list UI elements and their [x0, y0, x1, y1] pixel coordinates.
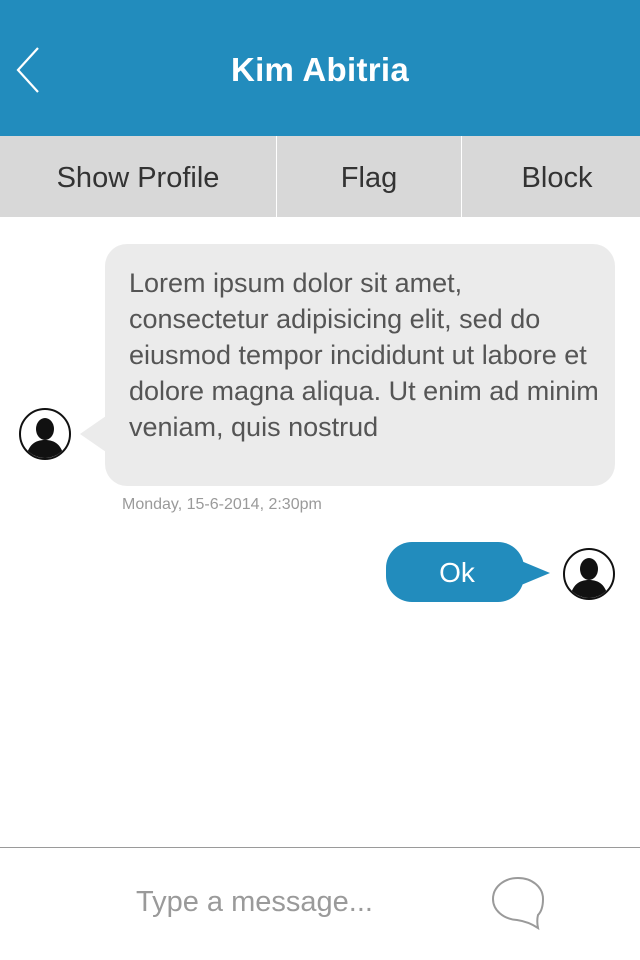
block-button[interactable]: Block	[462, 136, 640, 217]
send-button[interactable]	[488, 872, 548, 932]
page-title: Kim Abitria	[230, 51, 410, 88]
flag-button[interactable]: Flag	[277, 136, 461, 217]
composer-divider	[0, 847, 640, 848]
show-profile-button[interactable]: Show Profile	[0, 136, 276, 217]
outgoing-message-text: Ok	[439, 557, 475, 588]
action-divider	[461, 136, 462, 217]
user-silhouette-icon	[563, 548, 615, 600]
user-silhouette-icon	[19, 408, 71, 460]
speech-bubble-icon	[491, 876, 545, 931]
action-bar: Show Profile Flag Block	[0, 136, 640, 217]
incoming-bubble-tail	[80, 416, 106, 452]
app-header: Kim Abitria	[0, 0, 640, 136]
message-input[interactable]	[126, 874, 486, 930]
message-timestamp: Monday, 15-6-2014, 2:30pm	[122, 496, 322, 513]
action-divider	[276, 136, 277, 217]
incoming-message-text: Lorem ipsum dolor sit amet, consectetur …	[129, 268, 599, 442]
